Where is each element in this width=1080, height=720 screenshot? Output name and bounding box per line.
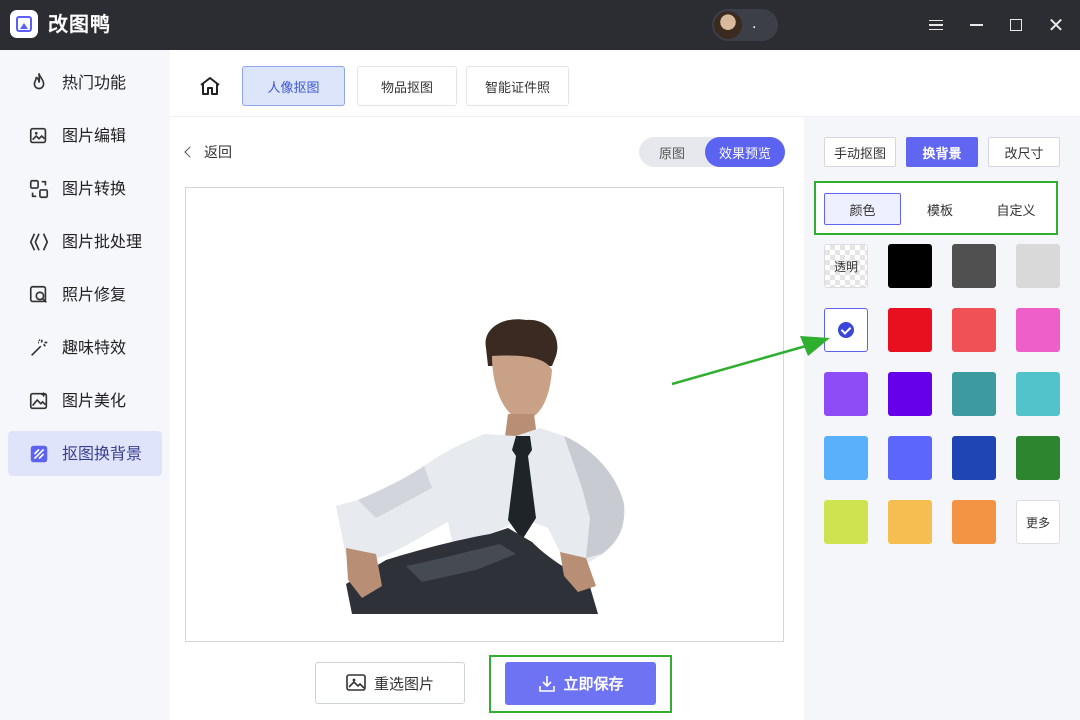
sidebar-item-convert[interactable]: 图片转换 — [8, 166, 162, 211]
sidebar-item-batch[interactable]: 图片批处理 — [8, 219, 162, 264]
color-swatch[interactable] — [1016, 436, 1060, 480]
sidebar-item-effects[interactable]: 趣味特效 — [8, 325, 162, 370]
sidebar-item-label: 热门功能 — [62, 72, 127, 92]
sidebar-item-label: 图片美化 — [62, 390, 127, 410]
convert-icon — [28, 178, 50, 200]
color-swatch[interactable] — [952, 500, 996, 544]
maximize-icon[interactable] — [1004, 13, 1028, 37]
app-title: 改图鸭 — [48, 12, 111, 36]
portrait-cutout-image — [336, 319, 625, 614]
sidebar-item-label: 图片批处理 — [62, 231, 143, 251]
beautify-icon — [28, 390, 50, 412]
color-swatch[interactable] — [888, 244, 932, 288]
download-icon — [539, 675, 556, 692]
sidebar-item-cutout[interactable]: 抠图换背景 — [8, 431, 162, 476]
color-swatch[interactable] — [888, 436, 932, 480]
feature-tabs-bar: 人像抠图 物品抠图 智能证件照 — [170, 50, 1080, 117]
color-swatch[interactable] — [888, 500, 932, 544]
color-swatch[interactable] — [1016, 372, 1060, 416]
minimize-icon[interactable] — [964, 13, 988, 37]
sidebar-item-hot[interactable]: 热门功能 — [8, 60, 162, 105]
tab-template[interactable]: 模板 — [904, 193, 976, 225]
tab-change-background[interactable]: 换背景 — [906, 137, 978, 167]
toggle-original[interactable]: 原图 — [639, 137, 705, 167]
color-swatch[interactable] — [888, 372, 932, 416]
image-edit-icon — [28, 125, 50, 147]
sidebar-item-image-edit[interactable]: 图片编辑 — [8, 113, 162, 158]
background-type-tabs: 颜色 模板 自定义 — [814, 181, 1058, 235]
cutout-icon — [28, 443, 50, 465]
workspace: 返回 原图 效果预览 重选图片 立即保存 — [170, 117, 804, 720]
close-icon[interactable]: ✕ — [1044, 13, 1068, 37]
reselect-image-button[interactable]: 重选图片 — [315, 662, 465, 704]
sidebar-item-label: 图片编辑 — [62, 125, 127, 145]
background-panel: 手动抠图 换背景 改尺寸 颜色 模板 自定义 透明更多 — [804, 117, 1080, 720]
tab-id-photo[interactable]: 智能证件照 — [466, 66, 569, 106]
fire-icon — [28, 72, 50, 94]
chevron-left-icon — [184, 146, 196, 158]
color-swatch[interactable] — [1016, 308, 1060, 352]
tab-resize[interactable]: 改尺寸 — [988, 137, 1060, 167]
tab-color[interactable]: 颜色 — [824, 193, 901, 225]
save-highlight-box: 立即保存 — [489, 655, 672, 713]
title-bar: 改图鸭 . ✕ — [0, 0, 1080, 50]
sidebar-item-repair[interactable]: 照片修复 — [8, 272, 162, 317]
repair-icon — [28, 284, 50, 306]
color-swatch[interactable] — [1016, 244, 1060, 288]
color-swatch[interactable] — [888, 308, 932, 352]
user-account-button[interactable]: . — [712, 9, 778, 41]
tab-manual-cutout[interactable]: 手动抠图 — [824, 137, 896, 167]
app-logo-icon — [10, 10, 38, 38]
sidebar-item-label: 抠图换背景 — [62, 443, 143, 463]
menu-icon[interactable] — [924, 13, 948, 37]
tab-custom[interactable]: 自定义 — [980, 193, 1052, 225]
check-icon — [838, 322, 854, 338]
image-icon — [346, 674, 366, 691]
color-swatch[interactable] — [824, 436, 868, 480]
batch-icon — [28, 231, 50, 253]
toggle-preview[interactable]: 效果预览 — [705, 137, 785, 167]
back-button[interactable]: 返回 — [184, 143, 232, 161]
save-button[interactable]: 立即保存 — [505, 662, 656, 705]
color-swatch[interactable] — [952, 244, 996, 288]
sidebar-item-label: 照片修复 — [62, 284, 127, 304]
user-name: . — [752, 16, 757, 32]
color-swatch[interactable] — [824, 372, 868, 416]
color-swatch[interactable] — [952, 372, 996, 416]
color-swatch[interactable] — [824, 500, 868, 544]
color-swatch[interactable] — [952, 308, 996, 352]
avatar — [714, 11, 742, 39]
sidebar-item-beautify[interactable]: 图片美化 — [8, 378, 162, 423]
tab-portrait-cutout[interactable]: 人像抠图 — [242, 66, 345, 106]
more-colors-button[interactable]: 更多 — [1016, 500, 1060, 544]
back-label: 返回 — [204, 145, 232, 161]
magic-wand-icon — [28, 337, 50, 359]
save-label: 立即保存 — [563, 675, 624, 693]
swatch-selected[interactable] — [824, 308, 868, 352]
sidebar-item-label: 图片转换 — [62, 178, 127, 198]
reselect-label: 重选图片 — [373, 674, 434, 693]
color-swatch[interactable] — [952, 436, 996, 480]
sidebar-item-label: 趣味特效 — [62, 337, 127, 357]
view-toggle: 原图 效果预览 — [639, 137, 785, 167]
sidebar: 热门功能 图片编辑 图片转换 图片批处理 照片修复 趣味特效 图片美化 抠图换背… — [0, 50, 170, 720]
tab-object-cutout[interactable]: 物品抠图 — [357, 66, 457, 106]
preview-canvas — [185, 187, 784, 642]
home-icon[interactable] — [198, 74, 222, 98]
swatch-transparent[interactable]: 透明 — [824, 244, 868, 288]
